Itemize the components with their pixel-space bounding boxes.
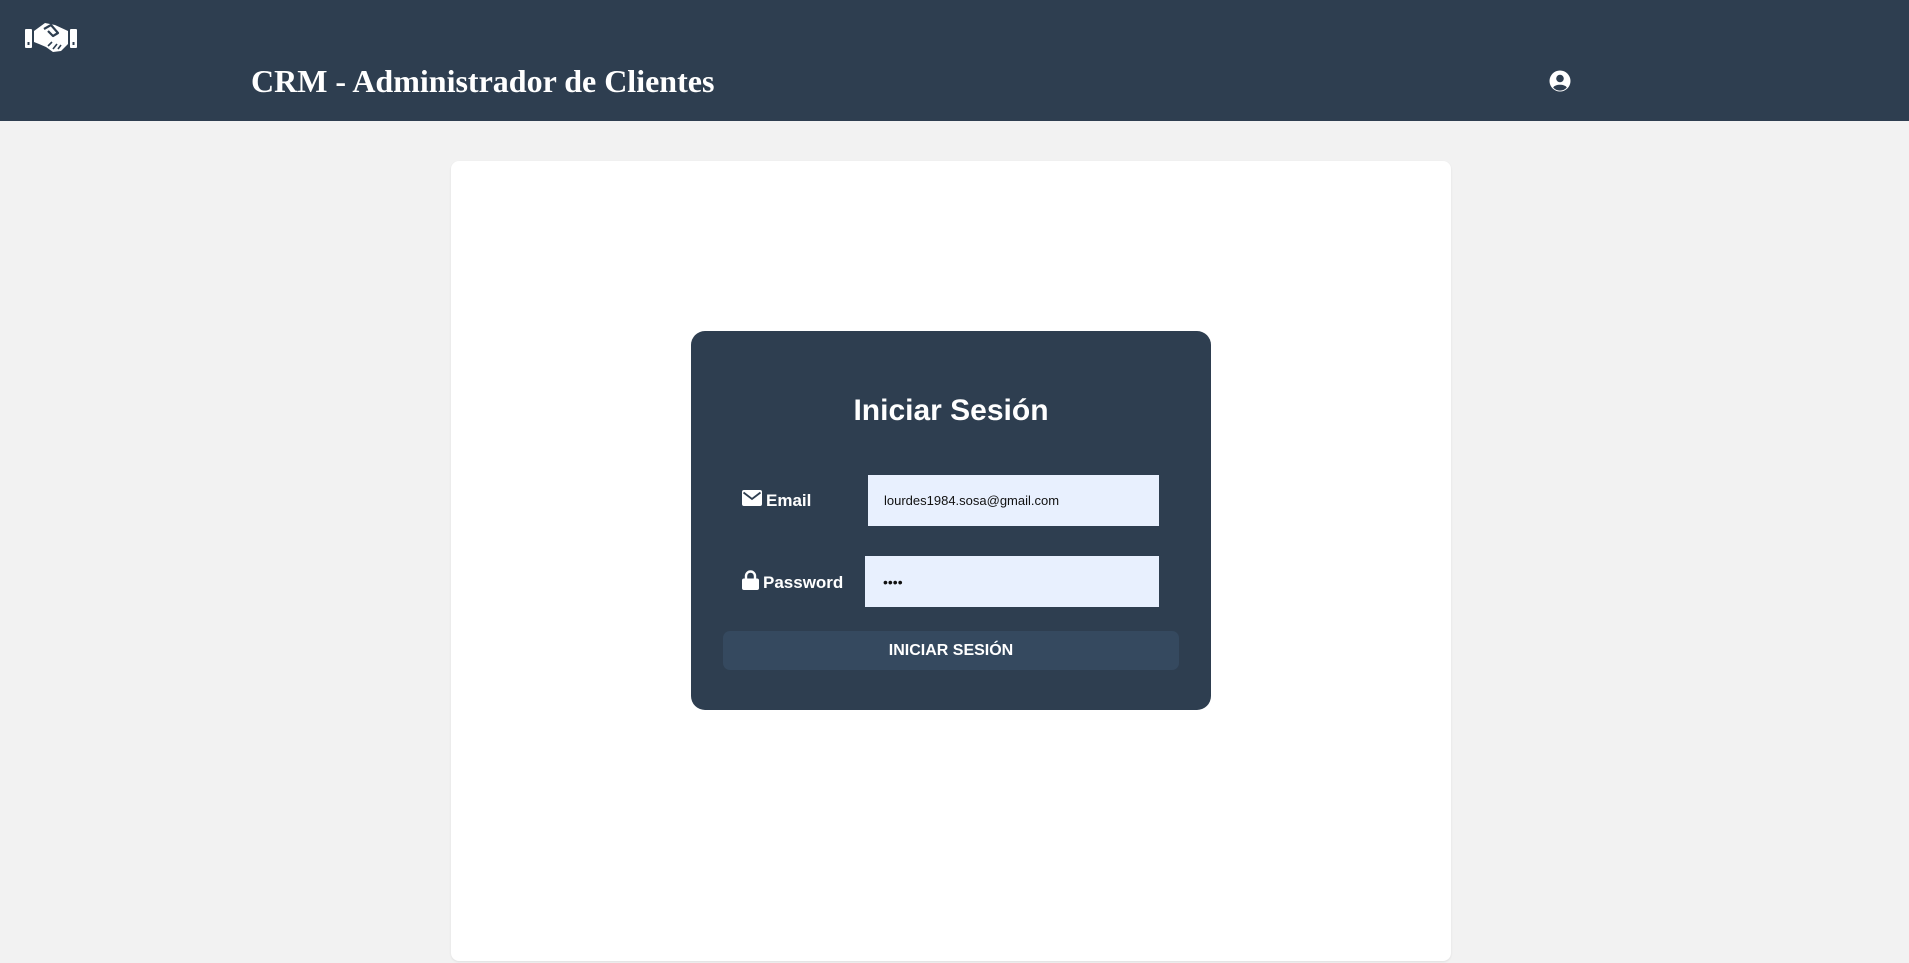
handshake-icon[interactable] [25, 20, 77, 54]
email-label: Email [742, 490, 811, 511]
app-title: CRM - Administrador de Clientes [251, 63, 715, 99]
login-title: Iniciar Sesión [853, 394, 1049, 427]
login-form: Iniciar Sesión Email Password INICIAR SE… [691, 331, 1211, 710]
password-field[interactable] [865, 556, 1159, 607]
email-label-text: Email [766, 490, 812, 510]
email-field[interactable] [868, 475, 1159, 526]
envelope-icon [742, 490, 766, 511]
login-submit-button[interactable]: INICIAR SESIÓN [723, 631, 1179, 670]
lock-icon [742, 570, 763, 595]
password-label: Password [742, 570, 843, 595]
password-label-text: Password [763, 572, 844, 592]
user-circle-icon[interactable] [1549, 70, 1571, 92]
top-navbar: CRM - Administrador de Clientes [0, 0, 1909, 121]
